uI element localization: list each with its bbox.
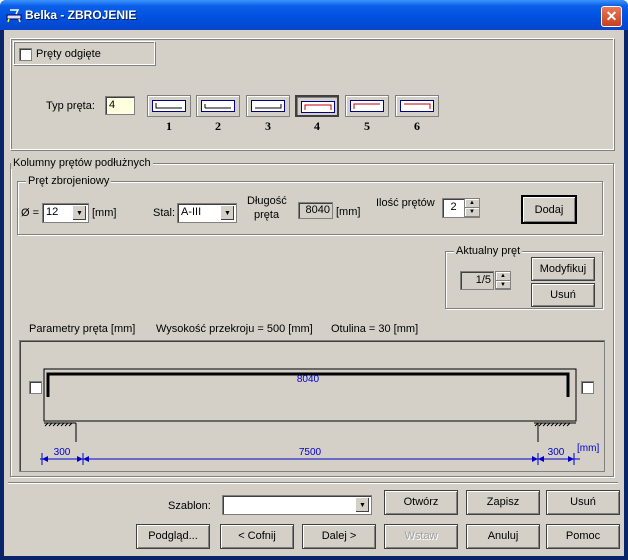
bar-type-6-button[interactable] xyxy=(395,95,439,117)
separator xyxy=(8,482,618,484)
dialog-window: Belka - ZBROJENIE ✕ Pręty odgięte Typ pr… xyxy=(0,0,628,560)
bar-type-panel: Pręty odgięte Typ pręta: 4 1 2 3 4 5 6 xyxy=(10,38,614,150)
delete-bar-button[interactable]: Usuń xyxy=(531,283,595,307)
spin-up-icon[interactable]: ▲ xyxy=(496,272,510,281)
close-button[interactable]: ✕ xyxy=(601,6,622,27)
bar-type-4-button[interactable] xyxy=(295,95,339,117)
beam-app-icon xyxy=(6,9,22,23)
back-button[interactable]: < Cofnij xyxy=(220,524,294,549)
diameter-dropdown-arrow-icon[interactable]: ▼ xyxy=(72,205,87,221)
dim-unit-label: [mm] xyxy=(577,443,599,454)
current-bar-display: 1/5 xyxy=(460,271,494,290)
close-icon: ✕ xyxy=(605,8,618,24)
bar-type-5-number: 5 xyxy=(364,119,370,133)
dim-left-label: 300 xyxy=(54,447,71,458)
diameter-unit: [mm] xyxy=(92,207,117,219)
steel-value: A-III xyxy=(181,206,202,218)
beam-diagram: 8040 300 7500 300 [mm] xyxy=(40,368,599,465)
bar-type-label: Typ pręta: xyxy=(46,100,95,112)
bar-shape-4-icon xyxy=(301,101,335,113)
current-bar-label: Aktualny pręt xyxy=(454,245,523,257)
length-unit: [mm] xyxy=(336,206,361,218)
preview-button[interactable]: Podgląd... xyxy=(136,524,210,549)
count-spinner[interactable]: ▲ ▼ xyxy=(464,198,480,218)
dim-mid-label: 7500 xyxy=(299,447,322,458)
steel-dropdown-arrow-icon[interactable]: ▼ xyxy=(220,205,235,221)
save-button[interactable]: Zapisz xyxy=(466,490,540,515)
window-title: Belka - ZBROJENIE xyxy=(25,8,137,22)
params-label: Parametry pręta [mm] xyxy=(29,323,136,335)
length-display: 8040 xyxy=(298,202,333,219)
dim-right-label: 300 xyxy=(548,447,565,458)
longitudinal-group-label: Kolumny prętów podłużnych xyxy=(11,157,153,169)
title-bar[interactable]: Belka - ZBROJENIE ✕ xyxy=(0,0,628,30)
bar-type-1-number: 1 xyxy=(166,119,172,133)
bent-bars-box: Pręty odgięte xyxy=(13,41,155,65)
cover-label: Otulina = 30 [mm] xyxy=(331,323,419,335)
bar-shape-1-icon xyxy=(152,100,186,112)
current-bar-spinner[interactable]: ▲ ▼ xyxy=(495,271,511,290)
bent-bars-label: Pręty odgięte xyxy=(36,48,101,60)
modify-button[interactable]: Modyfikuj xyxy=(531,257,595,281)
open-button[interactable]: Otwórz xyxy=(384,490,458,515)
diameter-label: Ø = xyxy=(21,207,40,219)
diameter-value: 12 xyxy=(46,206,59,218)
spin-down-icon[interactable]: ▼ xyxy=(496,281,510,289)
current-bar-group: Aktualny pręt 1/5 ▲ ▼ Modyfikuj Usuń xyxy=(445,245,603,309)
next-button[interactable]: Dalej > xyxy=(302,524,376,549)
spin-up-icon[interactable]: ▲ xyxy=(465,199,479,208)
rebar-group-label: Pręt zbrojeniowy xyxy=(26,175,112,187)
bar-type-3-number: 3 xyxy=(265,119,271,133)
bar-shape-3-icon xyxy=(251,100,285,112)
count-label: Ilość prętów xyxy=(376,197,435,209)
bar-type-3-button[interactable] xyxy=(246,95,290,117)
delete-template-button[interactable]: Usuń xyxy=(546,490,620,515)
bar-type-6-number: 6 xyxy=(414,119,420,133)
bar-type-1-button[interactable] xyxy=(147,95,191,117)
add-button[interactable]: Dodaj xyxy=(521,195,577,224)
bar-shape-2-icon xyxy=(201,100,235,112)
bar-drawing-area: 8040 300 7500 300 [mm] xyxy=(19,340,605,472)
bar-shape-5-icon xyxy=(350,100,384,112)
dialog-client-area: Pręty odgięte Typ pręta: 4 1 2 3 4 5 6 K… xyxy=(4,30,624,556)
template-dropdown-arrow-icon[interactable]: ▼ xyxy=(355,497,370,513)
count-input[interactable]: 2 xyxy=(442,198,465,218)
steel-label: Stal: xyxy=(153,207,176,219)
bar-shape-6-icon xyxy=(400,100,434,112)
template-select[interactable]: ▼ xyxy=(222,495,372,515)
diameter-select[interactable]: 12 ▼ xyxy=(42,203,89,223)
bar-length-label: 8040 xyxy=(297,374,320,385)
length-label-line1: Długość xyxy=(247,195,287,207)
cancel-button[interactable]: Anuluj xyxy=(466,524,540,549)
help-button[interactable]: Pomoc xyxy=(546,524,620,549)
bar-type-5-button[interactable] xyxy=(345,95,389,117)
longitudinal-bars-group: Kolumny prętów podłużnych Pręt zbrojenio… xyxy=(10,157,614,477)
left-support-icon xyxy=(44,422,77,442)
bar-type-input[interactable]: 4 xyxy=(105,96,135,115)
bar-type-2-number: 2 xyxy=(215,119,221,133)
bent-bars-checkbox[interactable] xyxy=(19,48,32,61)
right-support-icon xyxy=(534,422,576,442)
template-label: Szablon: xyxy=(168,500,211,512)
bar-type-2-button[interactable] xyxy=(196,95,240,117)
length-label-line2: pręta xyxy=(254,209,280,221)
steel-select[interactable]: A-III ▼ xyxy=(177,203,237,223)
rebar-group: Pręt zbrojeniowy Ø = 12 ▼ [mm] Stal: A-I… xyxy=(17,175,603,235)
spin-down-icon[interactable]: ▼ xyxy=(465,208,479,217)
section-height-label: Wysokość przekroju = 500 [mm] xyxy=(156,323,313,335)
insert-button[interactable]: Wstaw xyxy=(384,524,458,549)
bar-type-4-number: 4 xyxy=(314,119,320,133)
